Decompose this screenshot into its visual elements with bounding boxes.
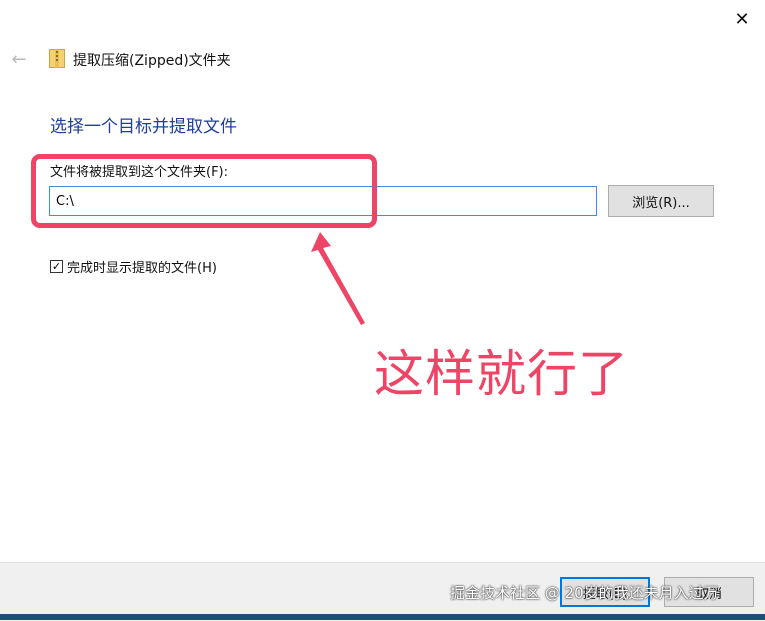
annotation-text: 这样就行了 — [374, 345, 629, 403]
taskbar-strip — [0, 614, 765, 620]
annotation-arrow — [311, 232, 365, 325]
watermark: 掘金技术社区 @ 20岁的我还未月入过万 — [450, 584, 719, 602]
